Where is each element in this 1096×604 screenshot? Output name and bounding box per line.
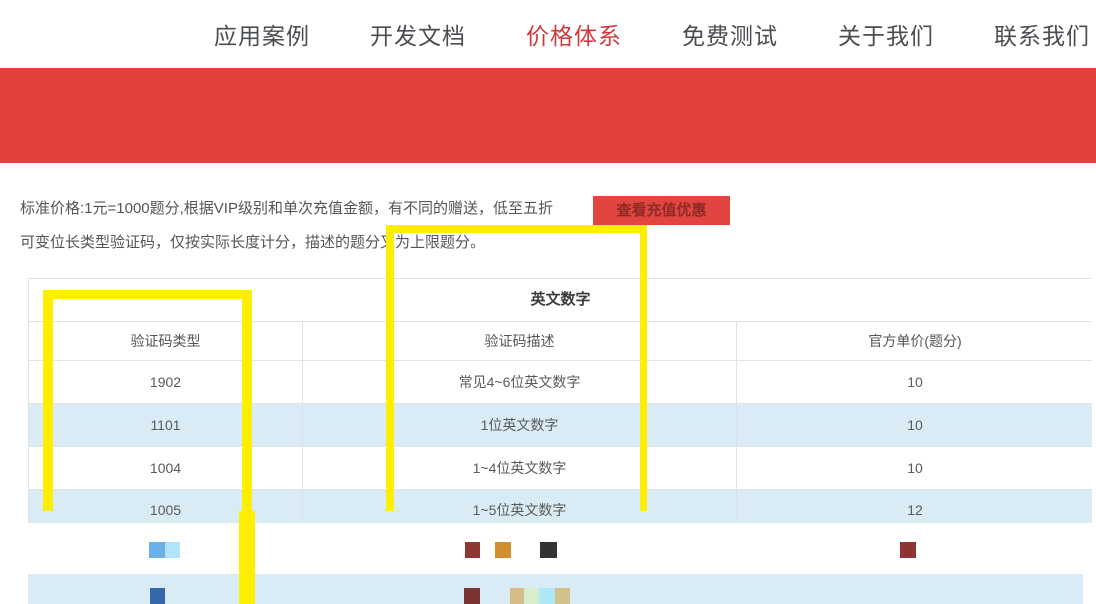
annotation-highlight-bar [239, 511, 255, 604]
view-recharge-offers-button[interactable]: 查看充值优惠 [593, 196, 730, 225]
annotation-highlight-rect-top-border [43, 290, 252, 299]
annotation-highlight-rect2-left-border [386, 225, 394, 511]
sample-thumbnail-row [0, 523, 1096, 574]
cell-price: 10 [737, 361, 1093, 403]
captcha-sample-image [510, 588, 524, 604]
table-row: 1101 1位英文数字 10 [29, 404, 1092, 447]
nav-item-cases[interactable]: 应用案例 [214, 17, 310, 51]
annotation-highlight-rect2-top-border [386, 225, 647, 233]
cell-type: 1101 [29, 404, 303, 446]
captcha-sample-image [149, 542, 165, 558]
captcha-sample-image [464, 588, 480, 604]
top-nav: 应用案例 开发文档 价格体系 免费测试 关于我们 联系我们 [0, 0, 1096, 68]
pricing-intro-line1: 标准价格:1元=1000题分,根据VIP级别和单次充值金额，有不同的赠送，低至五… [20, 197, 553, 218]
cell-type: 1004 [29, 447, 303, 489]
cell-desc: 1位英文数字 [303, 404, 737, 446]
table-row: 1004 1~4位英文数字 10 [29, 447, 1092, 490]
nav-item-pricing[interactable]: 价格体系 [526, 17, 622, 51]
annotation-highlight-rect2-right-border [640, 225, 647, 511]
table-header-row: 验证码类型 验证码描述 官方单价(题分) [29, 322, 1092, 361]
captcha-sample-image [495, 542, 511, 558]
captcha-sample-image [555, 588, 570, 604]
captcha-sample-image [524, 588, 539, 604]
pricing-page: 应用案例 开发文档 价格体系 免费测试 关于我们 联系我们 标准价格:1元=10… [0, 0, 1096, 604]
cell-type: 1902 [29, 361, 303, 403]
captcha-sample-image [539, 588, 555, 604]
captcha-sample-image [540, 542, 557, 558]
cell-price: 10 [737, 447, 1093, 489]
cell-desc: 常见4~6位英文数字 [303, 361, 737, 403]
sample-thumbnail-row [0, 574, 1096, 604]
column-header-captcha-desc: 验证码描述 [303, 322, 737, 360]
nav-item-free-test[interactable]: 免费测试 [682, 17, 778, 51]
table-row: 1902 常见4~6位英文数字 10 [29, 361, 1092, 404]
pricing-intro-line2: 可变位长类型验证码，仅按实际长度计分，描述的题分又为上限题分。 [20, 231, 485, 252]
annotation-highlight-rect-left-border [43, 290, 53, 511]
captcha-sample-image [150, 588, 165, 604]
cell-price: 10 [737, 404, 1093, 446]
cell-desc: 1~4位英文数字 [303, 447, 737, 489]
pricing-table: 英文数字 验证码类型 验证码描述 官方单价(题分) 1902 常见4~6位英文数… [28, 278, 1092, 529]
captcha-sample-image [165, 542, 180, 558]
table-group-header: 英文数字 [29, 278, 1092, 322]
captcha-sample-image [900, 542, 916, 558]
annotation-highlight-rect-right-border [242, 290, 252, 511]
nav-item-docs[interactable]: 开发文档 [370, 17, 466, 51]
column-header-captcha-type: 验证码类型 [29, 322, 303, 360]
hero-banner [0, 68, 1096, 163]
nav-item-about[interactable]: 关于我们 [838, 17, 934, 51]
captcha-sample-image [465, 542, 480, 558]
nav-item-contact[interactable]: 联系我们 [994, 17, 1090, 51]
column-header-official-price: 官方单价(题分) [737, 322, 1093, 360]
